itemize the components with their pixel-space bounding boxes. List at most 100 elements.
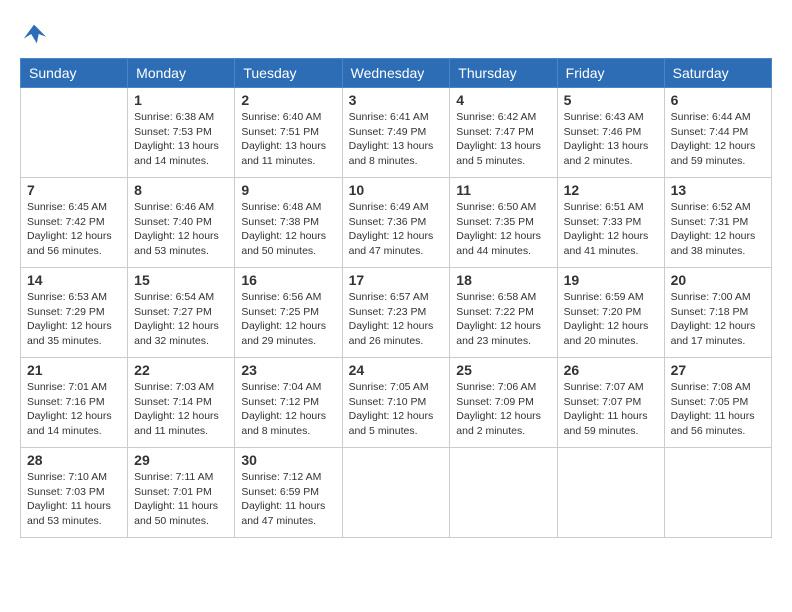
calendar-cell: 12Sunrise: 6:51 AMSunset: 7:33 PMDayligh… <box>557 178 664 268</box>
day-number: 1 <box>134 92 228 108</box>
day-info: Sunrise: 7:01 AMSunset: 7:16 PMDaylight:… <box>27 380 121 439</box>
calendar-cell: 16 Sunrise: 6:56 AMSunset: 7:25 PMDayligh… <box>235 268 342 358</box>
day-number: 6 <box>671 92 765 108</box>
day-number: 8 <box>134 182 228 198</box>
day-info: Sunrise: 6:49 AMSunset: 7:36 PMDaylight:… <box>349 200 444 259</box>
day-number: 21 <box>27 362 121 378</box>
weekday-header: Monday <box>128 59 235 88</box>
calendar-cell: 30 Sunrise: 7:12 AMSunset: 6:59 PMDayligh… <box>235 448 342 538</box>
calendar-cell: 18 Sunrise: 6:58 AMSunset: 7:22 PMDayligh… <box>450 268 557 358</box>
day-info: Sunrise: 7:05 AMSunset: 7:10 PMDaylight:… <box>349 380 444 439</box>
day-number: 26 <box>564 362 658 378</box>
day-info: Sunrise: 7:06 AMSunset: 7:09 PMDaylight:… <box>456 380 550 439</box>
calendar-cell: 14Sunrise: 6:53 AMSunset: 7:29 PMDayligh… <box>21 268 128 358</box>
day-number: 18 <box>456 272 550 288</box>
day-number: 11 <box>456 182 550 198</box>
calendar-cell: 20 Sunrise: 7:00 AMSunset: 7:18 PMDayligh… <box>664 268 771 358</box>
day-number: 19 <box>564 272 658 288</box>
calendar-cell: 17 Sunrise: 6:57 AMSunset: 7:23 PMDayligh… <box>342 268 450 358</box>
calendar-cell: 24 Sunrise: 7:05 AMSunset: 7:10 PMDayligh… <box>342 358 450 448</box>
calendar-cell: 3 Sunrise: 6:41 AMSunset: 7:49 PMDaylight… <box>342 88 450 178</box>
day-info: Sunrise: 6:48 AMSunset: 7:38 PMDaylight:… <box>241 200 335 259</box>
calendar-cell: 27 Sunrise: 7:08 AMSunset: 7:05 PMDayligh… <box>664 358 771 448</box>
day-number: 24 <box>349 362 444 378</box>
calendar-cell: 23 Sunrise: 7:04 AMSunset: 7:12 PMDayligh… <box>235 358 342 448</box>
calendar-table: SundayMondayTuesdayWednesdayThursdayFrid… <box>20 58 772 538</box>
day-number: 20 <box>671 272 765 288</box>
day-number: 5 <box>564 92 658 108</box>
day-number: 22 <box>134 362 228 378</box>
day-info: Sunrise: 6:44 AMSunset: 7:44 PMDaylight:… <box>671 110 765 169</box>
calendar-cell: 1Sunrise: 6:38 AMSunset: 7:53 PMDaylight… <box>128 88 235 178</box>
weekday-header: Tuesday <box>235 59 342 88</box>
calendar-cell: 15 Sunrise: 6:54 AMSunset: 7:27 PMDayligh… <box>128 268 235 358</box>
weekday-header: Sunday <box>21 59 128 88</box>
calendar-cell: 21 Sunrise: 7:01 AMSunset: 7:16 PMDayligh… <box>21 358 128 448</box>
calendar-cell: 22 Sunrise: 7:03 AMSunset: 7:14 PMDayligh… <box>128 358 235 448</box>
logo <box>20 20 52 48</box>
calendar-cell: 6 Sunrise: 6:44 AMSunset: 7:44 PMDaylight… <box>664 88 771 178</box>
calendar-cell <box>21 88 128 178</box>
day-number: 25 <box>456 362 550 378</box>
day-info: Sunrise: 7:03 AMSunset: 7:14 PMDaylight:… <box>134 380 228 439</box>
calendar-week-row: 1Sunrise: 6:38 AMSunset: 7:53 PMDaylight… <box>21 88 772 178</box>
calendar-cell: 10 Sunrise: 6:49 AMSunset: 7:36 PMDayligh… <box>342 178 450 268</box>
day-info: Sunrise: 7:10 AMSunset: 7:03 PMDaylight:… <box>27 470 121 529</box>
day-number: 27 <box>671 362 765 378</box>
calendar-cell: 28Sunrise: 7:10 AMSunset: 7:03 PMDayligh… <box>21 448 128 538</box>
day-number: 3 <box>349 92 444 108</box>
day-info: Sunrise: 6:56 AMSunset: 7:25 PMDaylight:… <box>241 290 335 349</box>
day-info: Sunrise: 6:40 AMSunset: 7:51 PMDaylight:… <box>241 110 335 169</box>
day-number: 16 <box>241 272 335 288</box>
calendar-week-row: 28Sunrise: 7:10 AMSunset: 7:03 PMDayligh… <box>21 448 772 538</box>
day-info: Sunrise: 6:59 AMSunset: 7:20 PMDaylight:… <box>564 290 658 349</box>
day-info: Sunrise: 6:57 AMSunset: 7:23 PMDaylight:… <box>349 290 444 349</box>
day-number: 10 <box>349 182 444 198</box>
calendar-week-row: 21 Sunrise: 7:01 AMSunset: 7:16 PMDayligh… <box>21 358 772 448</box>
day-info: Sunrise: 7:08 AMSunset: 7:05 PMDaylight:… <box>671 380 765 439</box>
logo-bird-icon <box>20 20 48 48</box>
calendar-cell: 2 Sunrise: 6:40 AMSunset: 7:51 PMDaylight… <box>235 88 342 178</box>
day-info: Sunrise: 6:58 AMSunset: 7:22 PMDaylight:… <box>456 290 550 349</box>
calendar-cell <box>557 448 664 538</box>
day-number: 17 <box>349 272 444 288</box>
calendar-cell: 29Sunrise: 7:11 AMSunset: 7:01 PMDayligh… <box>128 448 235 538</box>
calendar-cell: 25 Sunrise: 7:06 AMSunset: 7:09 PMDayligh… <box>450 358 557 448</box>
calendar-cell <box>450 448 557 538</box>
day-number: 14 <box>27 272 121 288</box>
day-info: Sunrise: 6:50 AMSunset: 7:35 PMDaylight:… <box>456 200 550 259</box>
day-info: Sunrise: 7:00 AMSunset: 7:18 PMDaylight:… <box>671 290 765 349</box>
day-info: Sunrise: 7:12 AMSunset: 6:59 PMDaylight:… <box>241 470 335 529</box>
calendar-cell: 9Sunrise: 6:48 AMSunset: 7:38 PMDaylight… <box>235 178 342 268</box>
calendar-cell: 4 Sunrise: 6:42 AMSunset: 7:47 PMDaylight… <box>450 88 557 178</box>
day-info: Sunrise: 6:45 AMSunset: 7:42 PMDaylight:… <box>27 200 121 259</box>
calendar-cell <box>342 448 450 538</box>
calendar-week-row: 7Sunrise: 6:45 AMSunset: 7:42 PMDaylight… <box>21 178 772 268</box>
day-info: Sunrise: 6:54 AMSunset: 7:27 PMDaylight:… <box>134 290 228 349</box>
day-number: 15 <box>134 272 228 288</box>
day-number: 29 <box>134 452 228 468</box>
day-info: Sunrise: 7:07 AMSunset: 7:07 PMDaylight:… <box>564 380 658 439</box>
weekday-header: Saturday <box>664 59 771 88</box>
day-number: 2 <box>241 92 335 108</box>
weekday-header-row: SundayMondayTuesdayWednesdayThursdayFrid… <box>21 59 772 88</box>
page-header <box>20 20 772 48</box>
day-info: Sunrise: 7:04 AMSunset: 7:12 PMDaylight:… <box>241 380 335 439</box>
day-number: 12 <box>564 182 658 198</box>
day-info: Sunrise: 6:41 AMSunset: 7:49 PMDaylight:… <box>349 110 444 169</box>
calendar-cell: 11 Sunrise: 6:50 AMSunset: 7:35 PMDayligh… <box>450 178 557 268</box>
day-number: 30 <box>241 452 335 468</box>
calendar-week-row: 14Sunrise: 6:53 AMSunset: 7:29 PMDayligh… <box>21 268 772 358</box>
weekday-header: Wednesday <box>342 59 450 88</box>
day-number: 13 <box>671 182 765 198</box>
day-number: 4 <box>456 92 550 108</box>
day-info: Sunrise: 6:46 AMSunset: 7:40 PMDaylight:… <box>134 200 228 259</box>
day-number: 23 <box>241 362 335 378</box>
calendar-cell <box>664 448 771 538</box>
day-info: Sunrise: 6:52 AMSunset: 7:31 PMDaylight:… <box>671 200 765 259</box>
day-info: Sunrise: 6:43 AMSunset: 7:46 PMDaylight:… <box>564 110 658 169</box>
calendar-cell: 19 Sunrise: 6:59 AMSunset: 7:20 PMDayligh… <box>557 268 664 358</box>
weekday-header: Thursday <box>450 59 557 88</box>
day-info: Sunrise: 6:42 AMSunset: 7:47 PMDaylight:… <box>456 110 550 169</box>
calendar-cell: 5 Sunrise: 6:43 AMSunset: 7:46 PMDaylight… <box>557 88 664 178</box>
